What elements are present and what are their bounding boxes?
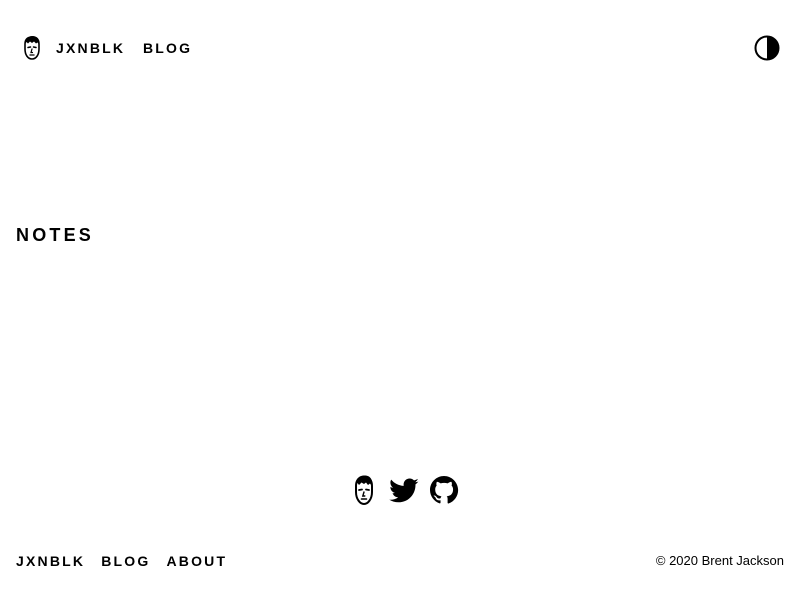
page-title: NOTES — [16, 225, 95, 245]
home-link[interactable]: JXNBLK — [20, 34, 125, 62]
brand-label: JXNBLK — [56, 40, 126, 56]
nav-blog-link[interactable]: BLOG — [143, 34, 192, 62]
footer-link-about[interactable]: ABOUT — [166, 548, 227, 574]
contrast-icon — [754, 35, 780, 61]
site-header: JXNBLK BLOG — [0, 0, 800, 96]
footer-nav: JXNBLK BLOG ABOUT — [16, 548, 243, 574]
twitter-icon — [389, 478, 419, 503]
footer-link-home[interactable]: JXNBLK — [16, 548, 85, 574]
social-link-avatar[interactable] — [348, 474, 380, 506]
copyright-text: © 2020 Brent Jackson — [655, 553, 784, 568]
theme-toggle-button[interactable] — [754, 35, 780, 61]
footer-link-blog[interactable]: BLOG — [101, 548, 150, 574]
social-links — [348, 472, 460, 508]
avatar-icon — [355, 475, 373, 506]
social-link-github[interactable] — [428, 474, 460, 506]
page: JXNBLK BLOG NOTES JXNBLK BLOG ABOUT © 20… — [0, 0, 800, 600]
avatar-icon — [24, 36, 40, 60]
github-icon — [430, 476, 459, 504]
social-link-twitter[interactable] — [388, 474, 420, 506]
